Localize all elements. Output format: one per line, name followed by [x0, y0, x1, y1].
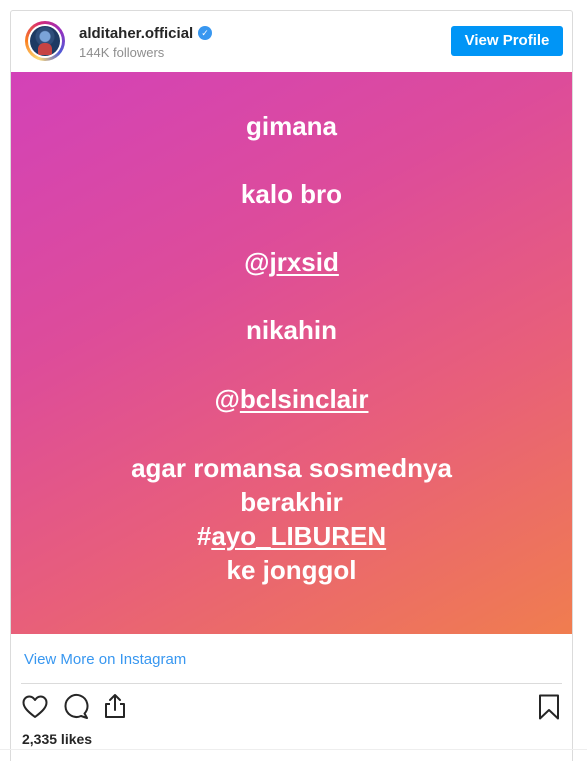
follower-count: 144K followers	[79, 45, 165, 60]
username[interactable]: alditaher.official	[79, 25, 193, 42]
avatar-photo	[30, 26, 60, 56]
like-count[interactable]: 2,335 likes	[22, 731, 92, 747]
at-sign: @	[244, 247, 270, 277]
view-profile-button[interactable]: View Profile	[451, 26, 563, 56]
post-text-line: kalo bro	[240, 179, 343, 209]
divider	[0, 749, 587, 750]
avatar[interactable]	[25, 21, 65, 61]
instagram-embed-card: alditaher.official ✓ 144K followers View…	[10, 10, 573, 761]
post-text-line: ke jonggol	[226, 555, 357, 585]
verified-badge-icon: ✓	[198, 26, 212, 40]
hashtag-ayo-liburan: ayo_LIBUREN	[211, 521, 387, 551]
post-text-line: berakhir	[240, 487, 343, 517]
view-more-link[interactable]: View More on Instagram	[24, 651, 186, 668]
bookmark-icon[interactable]	[535, 693, 563, 721]
mention-jrxsid: jrxsid	[269, 247, 339, 277]
comment-icon[interactable]	[62, 693, 90, 721]
post-text-line: gimana	[245, 111, 338, 141]
mention-bclsinclair: bclsinclair	[239, 384, 369, 414]
divider	[21, 683, 562, 684]
post-mention: @jrxsid	[11, 245, 572, 279]
post-text-line: agar romansa sosmednya	[131, 453, 452, 483]
post-hashtag: #ayo_LIBUREN	[11, 519, 572, 553]
at-sign: @	[214, 384, 240, 414]
avatar-image	[28, 24, 62, 58]
post-image[interactable]: gimana kalo bro @jrxsid nikahin @bclsinc…	[11, 72, 572, 634]
hash-sign: #	[196, 521, 212, 551]
heart-icon[interactable]	[21, 693, 49, 721]
post-header: alditaher.official ✓ 144K followers View…	[11, 11, 572, 71]
share-icon[interactable]	[101, 692, 129, 720]
post-text-line: nikahin	[245, 315, 337, 345]
post-mention: @bclsinclair	[11, 382, 572, 416]
